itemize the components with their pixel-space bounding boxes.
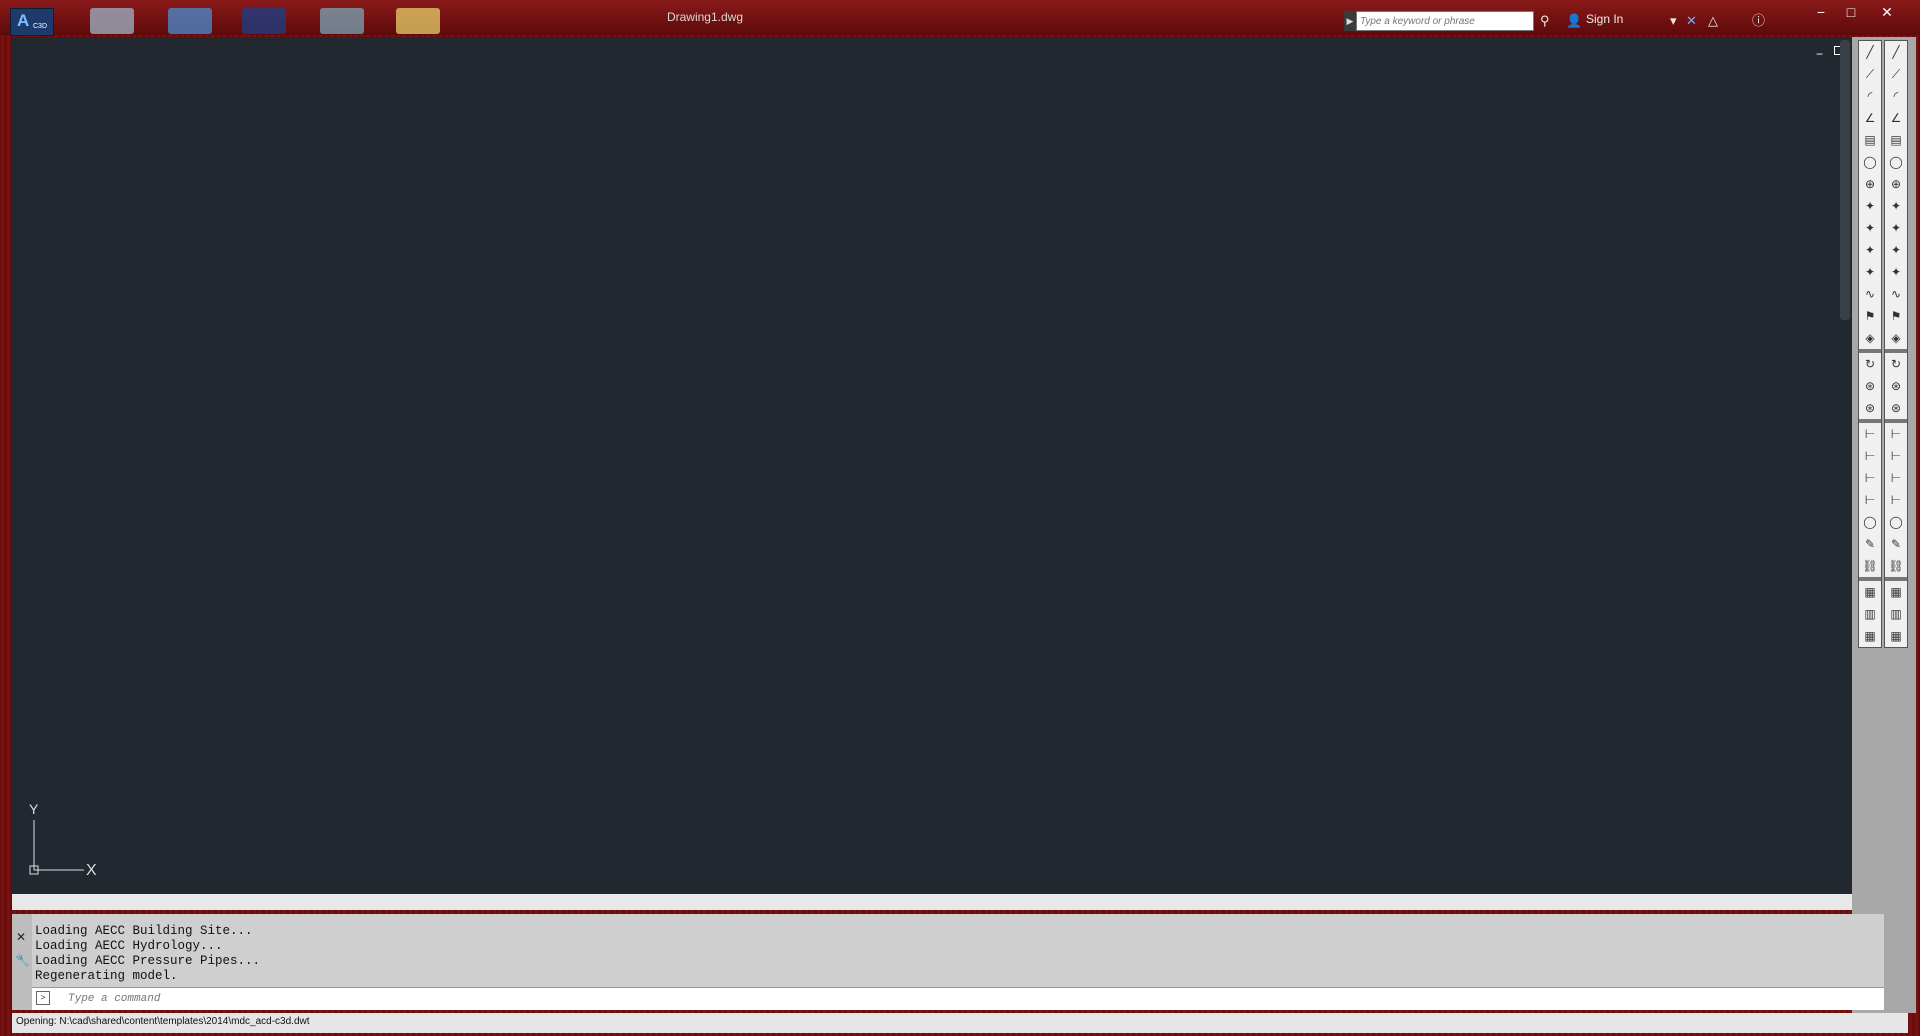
- angle-icon[interactable]: ∠: [1885, 107, 1907, 129]
- tool-palette-left: ╱ ⟋ ◜ ∠ ▤ ◯ ⊕ ✦ ✦ ✦ ✦ ∿ ⚑ ◈ ↻ ⊛ ⊛ ⊢ ⊢ ⊢ ⊢ ◯ ✎ ⛓ ▦ ▥ ▦: [1858, 40, 1882, 648]
- document-title: Drawing1.dwg: [666, 10, 744, 24]
- line-icon[interactable]: ╱: [1859, 41, 1881, 63]
- dim-icon[interactable]: ⊢: [1885, 489, 1907, 511]
- command-input-row: >: [32, 987, 1884, 1010]
- exchange-icon[interactable]: ✕: [1686, 11, 1697, 31]
- binoculars-search-icon[interactable]: ⚲: [1540, 11, 1550, 31]
- history-line: Loading AECC Building Site...: [35, 924, 253, 938]
- command-prompt-icon[interactable]: >: [36, 991, 50, 1005]
- ucs-y-label: Y: [29, 801, 39, 817]
- history-line: Loading AECC Hydrology...: [35, 939, 223, 953]
- sphere-icon[interactable]: ⊕: [1885, 173, 1907, 195]
- point-icon[interactable]: ✦: [1885, 195, 1907, 217]
- rotate-icon[interactable]: ↻: [1885, 353, 1907, 375]
- user-icon: 👤: [1566, 13, 1583, 28]
- qat-blocks-button[interactable]: [320, 8, 364, 34]
- grid-icon[interactable]: ▦: [1885, 625, 1907, 647]
- maximize-window-button[interactable]: □: [1836, 2, 1866, 22]
- arc-icon[interactable]: ◜: [1859, 85, 1881, 107]
- close-icon[interactable]: ✕: [16, 930, 26, 944]
- point-icon[interactable]: ✦: [1859, 217, 1881, 239]
- point-icon[interactable]: ✦: [1885, 261, 1907, 283]
- point-icon[interactable]: ✦: [1885, 239, 1907, 261]
- doc-icon[interactable]: ▤: [1859, 129, 1881, 151]
- dim-icon[interactable]: ⊢: [1885, 467, 1907, 489]
- horizontal-scrollbar[interactable]: [12, 894, 1852, 910]
- ucs-icon: Y X: [29, 801, 97, 879]
- application-menu-button[interactable]: A C3D: [10, 8, 54, 36]
- point-icon[interactable]: ✦: [1859, 261, 1881, 283]
- doc-icon[interactable]: ▤: [1885, 129, 1907, 151]
- sign-in-button[interactable]: Sign In: [1586, 12, 1623, 26]
- qat-folder-button[interactable]: [396, 8, 440, 34]
- help-icon[interactable]: ⓘ: [1752, 11, 1765, 31]
- sphere-icon[interactable]: ⊕: [1859, 173, 1881, 195]
- history-line: Loading AECC Pressure Pipes...: [35, 954, 261, 968]
- qat-brand-button[interactable]: [242, 8, 286, 34]
- search-expand-icon[interactable]: ▶: [1344, 11, 1356, 31]
- title-bar: [0, 0, 1920, 35]
- product-tag: C3D: [33, 23, 48, 30]
- point-icon[interactable]: ✦: [1859, 239, 1881, 261]
- drawing-canvas[interactable]: [12, 37, 1852, 894]
- polyline-icon[interactable]: ⟋: [1885, 63, 1907, 85]
- link-icon[interactable]: ⛓: [1885, 555, 1907, 577]
- circle-icon[interactable]: ◯: [1859, 151, 1881, 173]
- feature-icon[interactable]: ◈: [1859, 327, 1881, 349]
- dim-icon[interactable]: ⊢: [1859, 489, 1881, 511]
- tool-palette-right: ╱ ⟋ ◜ ∠ ▤ ◯ ⊕ ✦ ✦ ✦ ✦ ∿ ⚑ ◈ ↻ ⊛ ⊛ ⊢ ⊢ ⊢ ⊢ ◯ ✎ ⛓ ▦ ▥ ▦: [1884, 40, 1908, 648]
- circle-icon[interactable]: ◯: [1885, 511, 1907, 533]
- node-icon[interactable]: ⊛: [1885, 375, 1907, 397]
- dim-icon[interactable]: ⊢: [1859, 423, 1881, 445]
- qat-open-button[interactable]: [90, 8, 134, 34]
- feature-icon[interactable]: ◈: [1885, 327, 1907, 349]
- angle-icon[interactable]: ∠: [1859, 107, 1881, 129]
- minimize-window-button[interactable]: −: [1806, 2, 1836, 22]
- command-history: Loading AECC Building Site... Loading AE…: [35, 924, 260, 984]
- flag-icon[interactable]: ⚑: [1885, 305, 1907, 327]
- point-icon[interactable]: ✦: [1859, 195, 1881, 217]
- grid-icon[interactable]: ▦: [1859, 581, 1881, 603]
- edit-icon[interactable]: ✎: [1885, 533, 1907, 555]
- line-icon[interactable]: ╱: [1885, 41, 1907, 63]
- curve-icon[interactable]: ∿: [1859, 283, 1881, 305]
- status-text: Opening: N:\cad\shared\content\templates…: [16, 1016, 310, 1027]
- autocad-logo-icon: A: [17, 11, 30, 30]
- status-bar: Opening: N:\cad\shared\content\templates…: [12, 1013, 1908, 1033]
- close-window-button[interactable]: ✕: [1872, 2, 1902, 22]
- command-input[interactable]: [66, 992, 470, 1006]
- table-icon[interactable]: ▥: [1859, 603, 1881, 625]
- dim-icon[interactable]: ⊢: [1885, 445, 1907, 467]
- ucs-x-label: X: [86, 862, 97, 879]
- history-line: Regenerating model.: [35, 969, 178, 983]
- wrench-icon[interactable]: 🔧: [15, 953, 30, 967]
- edit-icon[interactable]: ✎: [1859, 533, 1881, 555]
- vertical-scrollbar[interactable]: [1840, 40, 1850, 320]
- dim-icon[interactable]: ⊢: [1859, 445, 1881, 467]
- arc-icon[interactable]: ◜: [1885, 85, 1907, 107]
- circle-icon[interactable]: ◯: [1885, 151, 1907, 173]
- circle-icon[interactable]: ◯: [1859, 511, 1881, 533]
- search-input[interactable]: [1356, 11, 1534, 31]
- grid-icon[interactable]: ▦: [1859, 625, 1881, 647]
- curve-icon[interactable]: ∿: [1885, 283, 1907, 305]
- viewport-minimize-icon[interactable]: −: [1816, 47, 1823, 61]
- autodesk-360-icon[interactable]: △: [1708, 11, 1718, 31]
- polyline-icon[interactable]: ⟋: [1859, 63, 1881, 85]
- point-icon[interactable]: ✦: [1885, 217, 1907, 239]
- flag-icon[interactable]: ⚑: [1859, 305, 1881, 327]
- node-icon[interactable]: ⊛: [1885, 397, 1907, 419]
- dim-icon[interactable]: ⊢: [1885, 423, 1907, 445]
- dim-icon[interactable]: ⊢: [1859, 467, 1881, 489]
- table-icon[interactable]: ▥: [1885, 603, 1907, 625]
- grid-icon[interactable]: ▦: [1885, 581, 1907, 603]
- link-icon[interactable]: ⛓: [1859, 555, 1881, 577]
- chevron-down-icon[interactable]: ▾: [1670, 11, 1677, 31]
- rotate-icon[interactable]: ↻: [1859, 353, 1881, 375]
- node-icon[interactable]: ⊛: [1859, 397, 1881, 419]
- node-icon[interactable]: ⊛: [1859, 375, 1881, 397]
- qat-drawing-button[interactable]: [168, 8, 212, 34]
